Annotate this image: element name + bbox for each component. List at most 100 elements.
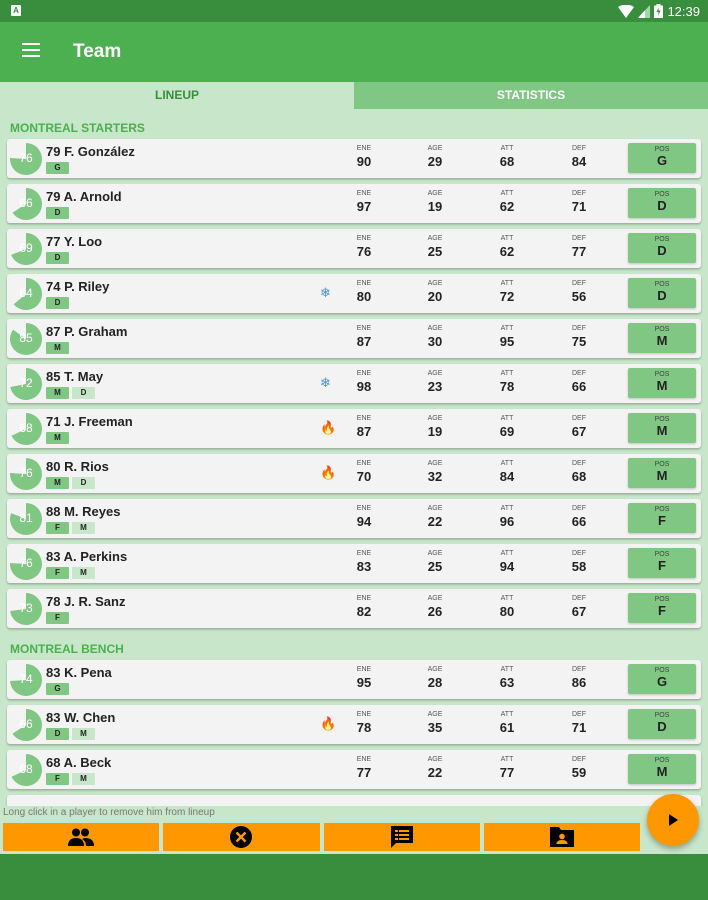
rating-value: 74 [19,672,33,686]
rating-value: 72 [19,376,33,390]
player-row[interactable]: 64 74 P. Riley D ❄ ENE 80 AGE 20 ATT 72 DEF 56 POS D [7,274,701,313]
stat-ene-value: 87 [356,334,372,349]
position-selector[interactable]: POS M [628,458,696,488]
stat-age-label: AGE [427,756,443,763]
position-value: F [658,513,666,528]
stat-def-label: DEF [572,280,586,287]
stat-att-label: ATT [500,325,514,332]
position-selector[interactable]: POS M [628,754,696,784]
position-selector[interactable]: POS F [628,548,696,578]
stat-age-label: AGE [427,460,443,467]
position-badge: M [46,387,69,399]
stat-att-label: ATT [500,280,514,287]
stat-att-label: ATT [500,666,514,673]
position-label: POS [654,371,670,378]
player-row[interactable]: 76 80 R. Rios M D 🔥 ENE 70 AGE 32 ATT 84 DEF 68 POS M [7,454,701,493]
position-label: POS [654,551,670,558]
stat-def-value: 66 [571,379,587,394]
stat-age: AGE 22 [415,505,455,529]
action-bar [3,823,640,851]
stat-def-value: 67 [571,604,587,619]
player-row[interactable]: 66 79 A. Arnold D ENE 97 AGE 19 ATT 62 DEF 71 POS D [7,184,701,223]
position-selector[interactable]: POS F [628,503,696,533]
group-icon [68,828,95,846]
position-badge: D [46,207,69,219]
position-selector[interactable]: POS D [628,709,696,739]
player-row[interactable]: 68 71 J. Freeman M 🔥 ENE 87 AGE 19 ATT 69 DEF 67 POS… [7,409,701,448]
position-selector[interactable]: POS D [628,278,696,308]
rating-value: 76 [19,556,33,570]
position-selector[interactable]: POS D [628,188,696,218]
player-row[interactable]: 81 88 M. Reyes F M ENE 94 AGE 22 ATT 96 DEF 66 POS F [7,499,701,538]
tactics-button[interactable] [323,823,480,851]
position-badges: MD [46,387,95,399]
position-label: POS [654,191,670,198]
stat-ene: ENE 98 [344,370,384,394]
player-row[interactable]: 66 83 W. Chen D M 🔥 ENE 78 AGE 35 ATT 61 DEF 71 POS D [7,705,701,744]
remove-button[interactable] [163,823,320,851]
stat-age-value: 22 [427,765,443,780]
stat-age: AGE 32 [415,460,455,484]
tab-lineup[interactable]: LINEUP [0,82,354,109]
player-row[interactable]: 69 77 Y. Loo D ENE 76 AGE 25 ATT 62 DEF 77 POS D [7,229,701,268]
position-selector[interactable]: POS F [628,593,696,623]
position-badge: M [72,773,95,785]
player-row[interactable]: 73 78 J. R. Sanz F ENE 82 AGE 26 ATT 80 DEF 67 POS F [7,589,701,628]
lineup-list[interactable]: MONTREAL STARTERS 76 79 F. González G ENE 90 A… [0,109,708,806]
position-selector[interactable]: POS M [628,413,696,443]
rating-value: 73 [19,601,33,615]
position-value: M [656,378,668,393]
position-badge: D [72,477,95,489]
player-row[interactable]: 74 83 K. Pena G ENE 95 AGE 28 ATT 63 DEF 86 POS G [7,660,701,699]
position-selector[interactable]: POS M [628,368,696,398]
status-bar: A 12:39 [0,0,708,22]
players-button[interactable] [3,823,160,851]
position-badge: M [46,342,69,354]
tab-statistics[interactable]: STATISTICS [354,82,708,109]
player-row[interactable]: 72 85 T. May M D ❄ ENE 98 AGE 23 ATT 78 DEF 66 POS M [7,364,701,403]
stat-age-value: 26 [427,604,443,619]
player-name: 88 M. Reyes [46,504,121,519]
player-row[interactable]: 76 79 F. González G ENE 90 AGE 29 ATT 68 DEF 84 POS… [7,139,701,178]
position-badge: D [72,387,95,399]
player-name: 83 A. Perkins [46,549,128,564]
play-button[interactable] [647,794,699,846]
stat-def-label: DEF [572,756,586,763]
stat-age-value: 30 [427,334,443,349]
snowflake-icon: ❄ [320,375,331,390]
stat-def-label: DEF [572,325,586,332]
player-row[interactable]: 76 83 A. Perkins F M ENE 83 AGE 25 ATT 94 DEF 58 POS… [7,544,701,583]
position-label: POS [654,416,670,423]
stat-att: ATT 80 [487,595,527,619]
position-selector[interactable]: POS G [628,664,696,694]
stat-att-label: ATT [500,756,514,763]
player-row[interactable]: 68 68 A. Beck F M ENE 77 AGE 22 ATT 77 DEF 59 POS M [7,750,701,789]
stat-ene-value: 77 [356,765,372,780]
position-selector[interactable]: POS M [628,323,696,353]
stat-att: ATT 72 [487,280,527,304]
stat-age: AGE 28 [415,666,455,690]
position-selector[interactable]: POS D [628,233,696,263]
rating-value: 68 [19,762,33,776]
rating-value: 76 [19,466,33,480]
stat-ene-label: ENE [356,550,372,557]
stat-att-label: ATT [500,550,514,557]
stat-age-label: AGE [427,595,443,602]
player-row[interactable]: 85 87 P. Graham M ENE 87 AGE 30 ATT 95 DEF 75 POS M [7,319,701,358]
stat-age: AGE 19 [415,190,455,214]
stat-ene-value: 95 [356,675,372,690]
player-name: 87 P. Graham [46,324,128,339]
position-label: POS [654,461,670,468]
hamburger-menu-icon[interactable] [22,43,42,61]
stat-def: DEF 58 [559,550,599,574]
stat-def-label: DEF [572,370,586,377]
stat-att-value: 95 [499,334,515,349]
position-selector[interactable]: POS G [628,143,696,173]
player-row-partial[interactable] [7,795,701,806]
position-badge: M [72,567,95,579]
contacts-button[interactable] [483,823,640,851]
stat-age-label: AGE [427,550,443,557]
stat-att: ATT 77 [487,756,527,780]
stat-age-label: AGE [427,666,443,673]
rating-value: 69 [19,241,33,255]
